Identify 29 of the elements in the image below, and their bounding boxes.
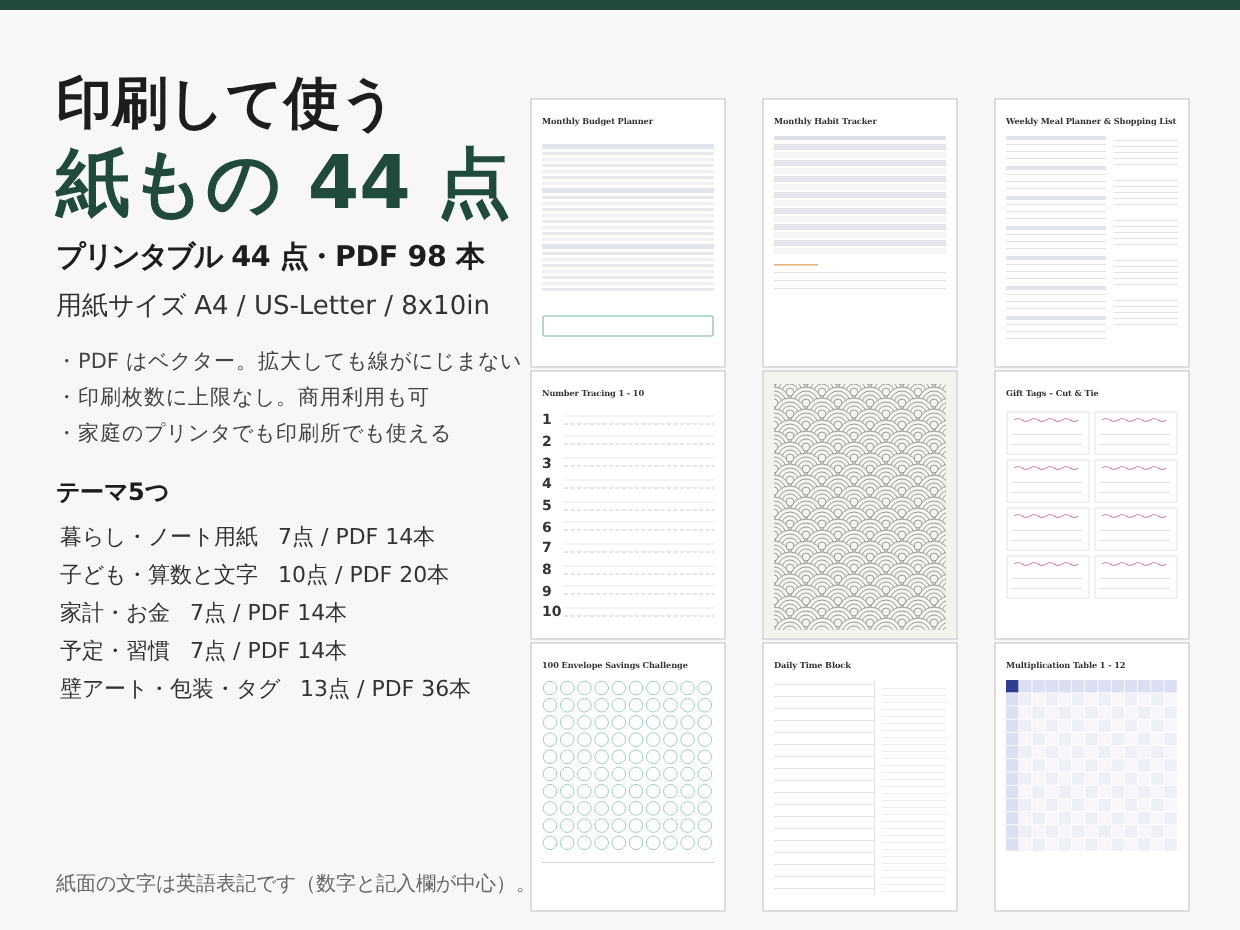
paper-sizes: 用紙サイズ A4 / US-Letter / 8x10in [56,290,492,324]
headline: 印刷して使う [56,70,400,138]
tracing-line-icon [564,541,714,556]
tracing-line-icon [564,520,714,535]
subtitle: プリンタブル 44 点・PDF 98 本 [56,239,487,276]
tracing-line-icon [564,434,714,449]
theme-count: 7点 / PDF 14本 [190,598,348,628]
theme-count: 7点 / PDF 14本 [190,636,348,666]
theme-count: 13点 / PDF 36本 [300,674,472,704]
theme-name: 子ども・算数と文字 [60,560,258,590]
feature-bullet: ・家庭のプリンタでも印刷所でも使える [56,420,454,448]
theme-name: 家計・お金 [60,598,170,628]
tracing-line-icon [564,563,714,578]
tracing-line-icon [564,456,714,471]
feature-bullet: ・印刷枚数に上限なし。商用利用も可 [56,384,432,412]
tracing-line-icon [564,584,714,599]
tracing-line-icon [564,413,714,428]
tracing-line-icon [564,477,714,492]
themes-heading: テーマ5つ [56,476,171,510]
feature-bullet: ・PDF はベクター。拡大しても線がにじまない [56,348,520,376]
headline-count: 紙もの 44 点 [56,138,513,230]
theme-count: 7点 / PDF 14本 [278,522,436,552]
theme-name: 壁アート・包装・タグ [60,674,280,704]
tracing-line-icon [564,499,714,513]
theme-name: 予定・習慣 [60,636,170,666]
theme-count: 10点 / PDF 20本 [278,560,450,590]
tracing-line-icon [564,605,714,620]
theme-name: 暮らし・ノート用紙 [60,522,258,552]
footnote: 紙面の文字は英語表記です（数字と記入欄が中心）。 [56,871,520,898]
